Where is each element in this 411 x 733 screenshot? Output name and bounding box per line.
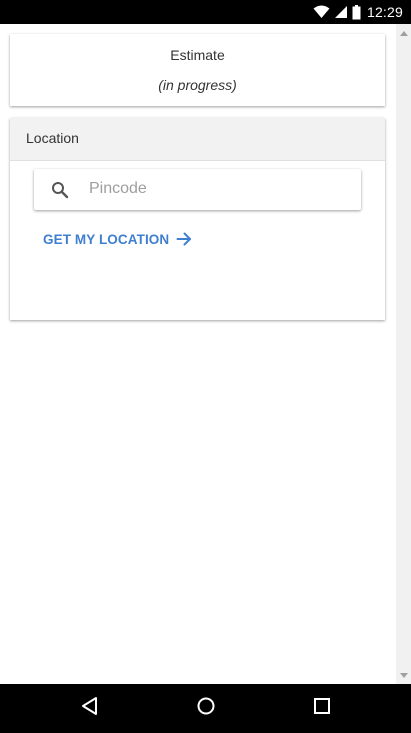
location-card-header: Location xyxy=(10,118,385,161)
cell-signal-icon xyxy=(334,5,348,19)
back-button[interactable] xyxy=(78,696,102,720)
estimate-card: Estimate (in progress) xyxy=(10,34,385,106)
pincode-search-box[interactable] xyxy=(34,169,361,210)
scrollbar[interactable] xyxy=(396,24,411,684)
get-my-location-button[interactable]: GET MY LOCATION xyxy=(43,231,192,247)
arrow-right-icon xyxy=(176,231,192,247)
estimate-title: Estimate xyxy=(170,47,225,63)
search-icon xyxy=(51,181,69,199)
status-icons: 12:29 xyxy=(309,0,403,24)
battery-icon xyxy=(352,4,361,20)
home-icon xyxy=(196,696,216,721)
recents-icon xyxy=(313,697,331,720)
status-bar: 12:29 xyxy=(0,0,411,24)
pincode-input[interactable] xyxy=(89,177,344,201)
recents-button[interactable] xyxy=(310,696,334,720)
status-time: 12:29 xyxy=(366,4,403,20)
scroll-up-arrow-icon[interactable] xyxy=(396,26,411,40)
navigation-bar xyxy=(0,684,411,733)
back-icon xyxy=(80,696,100,721)
screen: 12:29 Estimate (in progress) Location Pi… xyxy=(0,0,411,733)
home-button[interactable] xyxy=(194,696,218,720)
estimate-status: (in progress) xyxy=(158,77,237,93)
get-my-location-label: GET MY LOCATION xyxy=(43,231,170,247)
location-card: Location GET MY LOCATION xyxy=(10,118,385,320)
location-title: Location xyxy=(26,130,79,146)
wifi-icon xyxy=(313,5,330,19)
scroll-down-arrow-icon[interactable] xyxy=(396,668,411,682)
